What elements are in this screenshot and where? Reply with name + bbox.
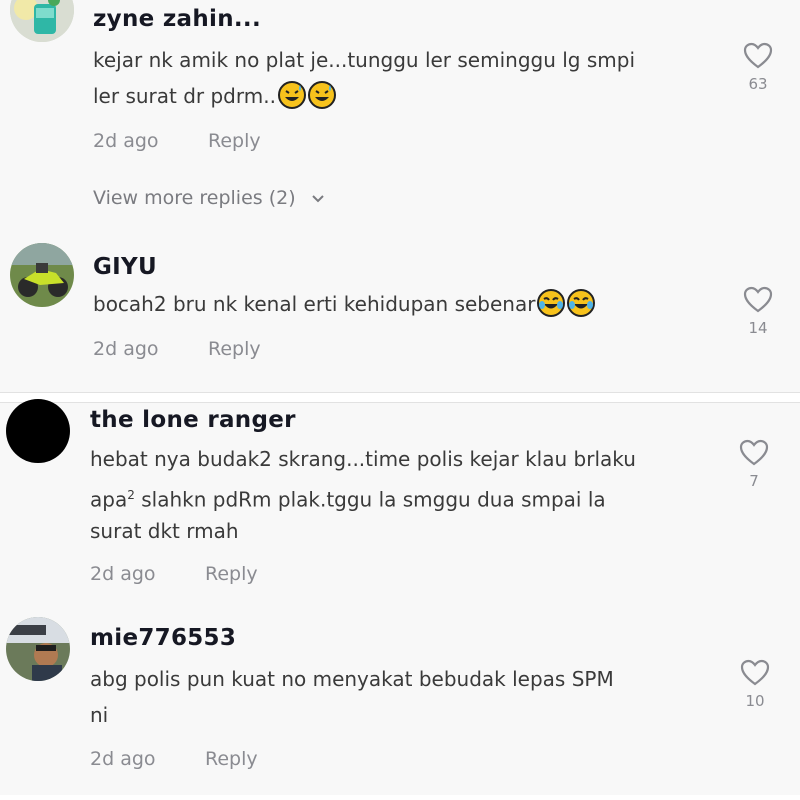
view-more-label: View more replies (2) [93,187,296,209]
superscript: 2 [127,488,135,502]
comment-text: ni [90,697,108,733]
comment-time: 2d ago [93,130,159,152]
like-button[interactable]: 14 [738,286,778,337]
view-more-replies-button[interactable]: View more replies (2) [93,187,326,209]
like-count: 14 [748,319,768,337]
comment-line: apa [90,487,128,512]
comment-line: kejar nk amik no plat je...tunggu ler se… [93,48,636,72]
like-button[interactable]: 7 [734,439,774,490]
username[interactable]: the lone ranger [90,407,296,433]
comment-line: abg polis pun kuat no menyakat bebudak l… [90,667,614,691]
reply-button[interactable]: Reply [208,338,261,360]
comment-line: hebat nya budak2 skrang...time polis kej… [90,447,636,471]
comment-time: 2d ago [90,748,156,770]
like-count: 63 [748,75,768,93]
heart-icon [743,42,773,69]
sweat-smile-emoji [277,81,306,120]
comment-time: 2d ago [90,563,156,585]
avatar-drink-image [10,0,74,42]
comment-line: bocah2 bru nk kenal erti kehidupan seben… [93,292,536,316]
comment-text: surat dkt rmah [90,513,239,549]
comment-time: 2d ago [93,338,159,360]
avatar[interactable] [6,399,70,463]
comment-text: hebat nya budak2 skrang...time polis kej… [90,441,636,477]
panel-divider [0,393,800,402]
username[interactable]: mie776553 [90,625,236,651]
heart-icon [743,286,773,313]
comment-text: abg polis pun kuat no menyakat bebudak l… [90,661,614,697]
reply-button[interactable]: Reply [205,748,258,770]
avatar[interactable] [10,0,74,42]
heart-icon [740,659,770,686]
joy-emoji [537,289,566,328]
bottom-edge [0,795,800,800]
chevron-down-icon [311,194,324,202]
avatar-motorbike-image [10,243,74,307]
comments-panel-top: zyne zahin... kejar nk amik no plat je..… [0,0,800,393]
comment-text: apa2 slahkn pdRm plak.tggu la smggu dua … [90,477,606,518]
comment-line: ler surat dr pdrm.. [93,84,276,108]
username[interactable]: GIYU [93,254,157,280]
heart-icon [739,439,769,466]
reply-button[interactable]: Reply [205,563,258,585]
avatar[interactable] [6,617,70,681]
joy-emoji [567,289,596,328]
like-count: 7 [749,472,759,490]
comment-text: bocah2 bru nk kenal erti kehidupan seben… [93,286,596,328]
comment-line: surat dkt rmah [90,519,239,543]
reply-button[interactable]: Reply [208,130,261,152]
like-button[interactable]: 10 [735,659,775,710]
comment-line: ni [90,703,109,727]
like-button[interactable]: 63 [738,42,778,93]
username[interactable]: zyne zahin... [93,6,261,32]
like-count: 10 [745,692,765,710]
avatar-photo-image [6,617,70,681]
avatar[interactable] [10,243,74,307]
comment-line: slahkn pdRm plak.tggu la smggu dua smpai… [141,487,606,512]
comment-text: kejar nk amik no plat je...tunggu ler se… [93,42,635,78]
comments-panel-bottom: the lone ranger hebat nya budak2 skrang.… [0,399,800,796]
comment-text: ler surat dr pdrm.. [93,78,336,120]
sweat-smile-emoji [307,81,336,120]
